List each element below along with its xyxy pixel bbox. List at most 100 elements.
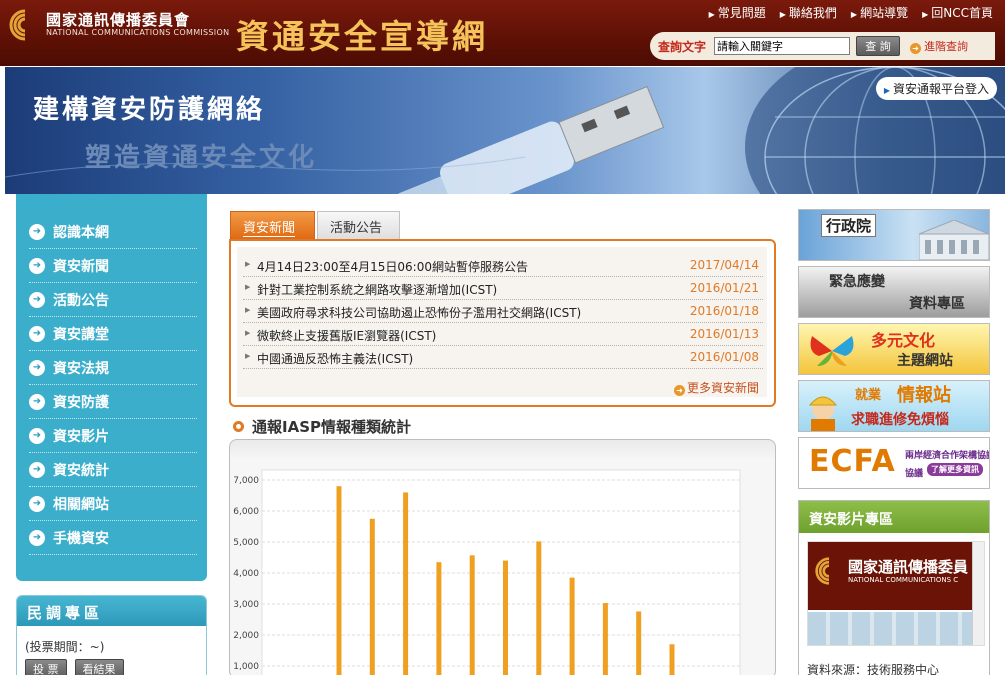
- news-title[interactable]: 4月14日23:00至4月15日06:00網站暫停服務公告: [257, 258, 528, 275]
- news-date: 2016/01/08: [689, 350, 759, 364]
- y-tick-label: 7,000: [233, 476, 259, 486]
- arrow-circle-icon: ➜: [29, 495, 45, 512]
- ncc-home-link[interactable]: ▶ 回NCC首頁: [922, 4, 993, 21]
- nav-item-label: 手機資安: [53, 530, 109, 547]
- video-scrollbar[interactable]: [972, 542, 984, 645]
- nav-item-mobile-security[interactable]: ➜ 手機資安: [29, 521, 197, 555]
- poll-panel: 民調專區 (投票期間：~) 投 票 看結果: [16, 595, 207, 675]
- news-list: ▶ 4月14日23:00至4月15日06:00網站暫停服務公告 2017/04/14…: [237, 247, 767, 397]
- news-item[interactable]: ▶ 微軟終止支援舊版IE瀏覽器(ICST) 2016/01/13: [243, 324, 763, 346]
- video-org-zh: 國家通訊傳播委員: [848, 558, 969, 576]
- triangle-right-icon: ▶: [245, 283, 251, 291]
- view-results-button[interactable]: 看結果: [74, 659, 124, 675]
- poll-title: 民調專區: [17, 596, 206, 626]
- tab-security-news[interactable]: 資安新聞: [230, 211, 315, 239]
- triangle-right-icon: ▶: [245, 260, 251, 268]
- executive-yuan-banner[interactable]: 行政院: [798, 209, 990, 261]
- poll-period: (投票期間：~): [25, 640, 105, 654]
- nav-item-statistics[interactable]: ➜ 資安統計: [29, 453, 197, 487]
- tab-events[interactable]: 活動公告: [317, 211, 400, 239]
- multicultural-label-1: 多元文化: [871, 331, 936, 350]
- search-label: 查詢文字: [658, 40, 707, 54]
- org-name-zh: 國家通訊傳播委員會: [46, 11, 191, 29]
- y-axis-ticks: 1,000 2,000 3,000 4,000 5,000 6,000 7,000: [233, 476, 259, 672]
- arrow-circle-icon: ➜: [29, 291, 45, 308]
- advanced-search-link[interactable]: ➜ 進階查詢: [910, 38, 968, 54]
- nav-item-events[interactable]: ➜ 活動公告: [29, 283, 197, 317]
- chart-bar: [469, 555, 475, 675]
- building-icon: [919, 220, 989, 260]
- bullet-circle-icon: [233, 421, 244, 432]
- tab-label: 資安新聞: [243, 221, 296, 237]
- chart-bar: [403, 492, 409, 675]
- faq-link-label: 常見問題: [717, 6, 766, 20]
- hero-banner: 建構資安防護網絡 塑造資通安全文化 ▶ 資安通報平台登入: [5, 67, 1005, 194]
- news-item[interactable]: ▶ 中國通過反恐怖主義法(ICST) 2016/01/08: [243, 347, 763, 369]
- news-title[interactable]: 美國政府尋求科技公司協助遏止恐怖份子濫用社交網路(ICST): [257, 304, 581, 321]
- news-item[interactable]: ▶ 4月14日23:00至4月15日06:00網站暫停服務公告 2017/04/14: [243, 255, 763, 277]
- nav-item-label: 資安新聞: [53, 258, 109, 275]
- nav-item-security-news[interactable]: ➜ 資安新聞: [29, 249, 197, 283]
- news-title[interactable]: 中國通過反恐怖主義法(ICST): [257, 350, 413, 367]
- contact-link[interactable]: ▶ 聯絡我們: [780, 4, 837, 21]
- emergency-response-banner[interactable]: 緊急應變 資料專區: [798, 266, 990, 318]
- employment-info-banner[interactable]: 就業 情報站 求職進修免煩惱: [798, 380, 990, 432]
- nav-item-videos[interactable]: ➜ 資安影片: [29, 419, 197, 453]
- site-title: 資通安全宣導網: [236, 17, 488, 56]
- faq-link[interactable]: ▶ 常見問題: [709, 4, 766, 21]
- triangle-right-icon: ▶: [245, 352, 251, 360]
- search-button[interactable]: 查 詢: [856, 36, 900, 56]
- ecfa-logo-text: ECFA: [809, 444, 896, 479]
- report-platform-login-button[interactable]: ▶ 資安通報平台登入: [875, 77, 997, 100]
- nav-item-label: 資安影片: [53, 428, 109, 445]
- left-nav: ➜ 認識本網 ➜ 資安新聞 ➜ 活動公告 ➜ 資安講堂 ➜ 資安法規 ➜ 資安防護 ➜ 資安影…: [16, 194, 207, 581]
- ecfa-label-short: 協議: [905, 469, 924, 479]
- news-title[interactable]: 針對工業控制系統之網路攻擊逐漸增加(ICST): [257, 281, 497, 298]
- news-item[interactable]: ▶ 針對工業控制系統之網路攻擊逐漸增加(ICST) 2016/01/21: [243, 278, 763, 300]
- nav-item-regulations[interactable]: ➜ 資安法規: [29, 351, 197, 385]
- multicultural-banner[interactable]: 多元文化 主題網站: [798, 323, 990, 375]
- chart-bar: [636, 611, 642, 675]
- ecfa-banner[interactable]: ECFA 兩岸經濟合作架構協議 協議 了解更多資訊: [798, 437, 990, 489]
- top-links: ▶ 常見問題 ▶ 聯絡我們 ▶ 網站導覽 ▶ 回NCC首頁: [709, 4, 993, 21]
- nav-item-related-sites[interactable]: ➜ 相關網站: [29, 487, 197, 521]
- news-item[interactable]: ▶ 美國政府尋求科技公司協助遏止恐怖份子濫用社交網路(ICST) 2016/01/1…: [243, 301, 763, 323]
- triangle-right-icon: ▶: [779, 10, 786, 19]
- y-tick-label: 6,000: [233, 507, 259, 517]
- employment-label-2: 情報站: [897, 385, 951, 406]
- usb-globe-illustration: [5, 67, 1005, 194]
- nav-item-label: 資安防護: [53, 394, 109, 411]
- arrow-circle-icon: ➜: [29, 359, 45, 376]
- video-panel-title: 資安影片專區: [799, 501, 989, 533]
- video-source: 資料來源：技術服務中心: [807, 663, 940, 675]
- y-tick-label: 4,000: [233, 569, 259, 579]
- news-date: 2016/01/18: [689, 304, 759, 318]
- nav-item-label: 相關網站: [53, 496, 109, 513]
- news-title[interactable]: 微軟終止支援舊版IE瀏覽器(ICST): [257, 327, 436, 344]
- ecfa-learn-more[interactable]: 了解更多資訊: [927, 463, 983, 476]
- nav-item-label: 活動公告: [53, 292, 109, 309]
- vote-button[interactable]: 投 票: [25, 659, 67, 675]
- chart-bar: [336, 486, 342, 675]
- nav-item-lectures[interactable]: ➜ 資安講堂: [29, 317, 197, 351]
- chart-frame: 1,000 2,000 3,000 4,000 5,000 6,000 7,000: [229, 439, 776, 675]
- arrow-circle-icon: ➜: [29, 529, 45, 546]
- more-news-link[interactable]: ➜ 更多資安新聞: [673, 379, 759, 396]
- arrow-circle-icon: ➜: [29, 393, 45, 410]
- triangle-right-icon: ▶: [245, 329, 251, 337]
- chart-bar: [369, 518, 375, 675]
- arrow-circle-icon: ➜: [910, 43, 921, 54]
- search-bar: 查詢文字 查 詢 ➜進階查詢: [650, 32, 995, 60]
- chart-heading-text: 通報IASP情報種類統計: [252, 418, 411, 436]
- page: 國家通訊傳播委員會 NATIONAL COMMUNICATIONS COMMIS…: [0, 0, 1005, 675]
- nav-item-protection[interactable]: ➜ 資安防護: [29, 385, 197, 419]
- search-input[interactable]: [714, 37, 850, 55]
- nav-item-about[interactable]: ➜ 認識本網: [29, 215, 197, 249]
- ncc-logo-icon[interactable]: [8, 9, 42, 41]
- news-date: 2016/01/21: [689, 281, 759, 295]
- arrow-circle-icon: ➜: [29, 257, 45, 274]
- video-thumbnail[interactable]: 國家通訊傳播委員 NATIONAL COMMUNICATIONS C: [807, 541, 985, 646]
- more-news-label: 更多資安新聞: [686, 381, 759, 395]
- org-name-en: NATIONAL COMMUNICATIONS COMMISSION: [46, 28, 230, 37]
- sitemap-link[interactable]: ▶ 網站導覽: [851, 4, 908, 21]
